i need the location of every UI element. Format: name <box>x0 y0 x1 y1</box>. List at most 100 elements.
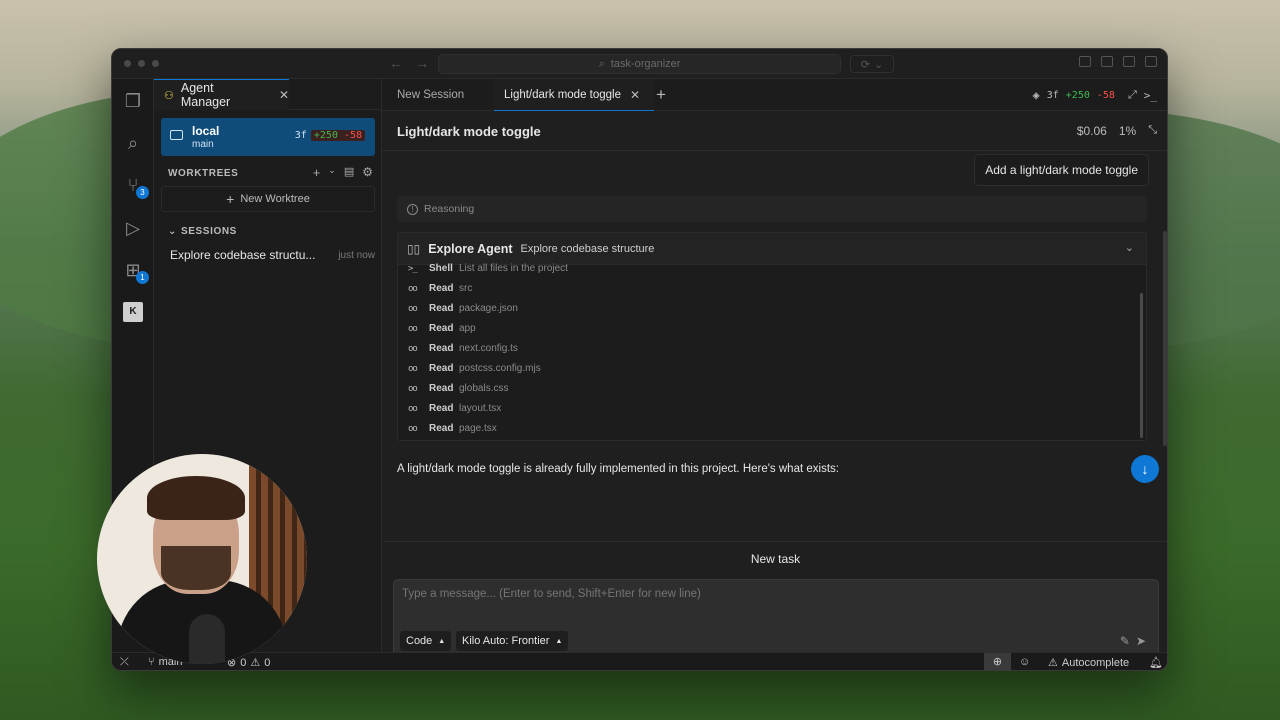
extensions-badge: 1 <box>136 271 149 284</box>
source-control-icon[interactable]: ⑂ 3 <box>123 175 149 199</box>
model-label: Kilo Auto: Frontier <box>462 635 550 647</box>
expand-icon[interactable]: ⤢ <box>1128 88 1137 102</box>
glasses-icon: oo <box>408 403 418 414</box>
worktrees-heading: WORKTREES <box>168 168 239 179</box>
chevron-down-icon[interactable]: ⌄ <box>1125 241 1134 254</box>
session-list-item[interactable]: Explore codebase structu... just now <box>170 248 375 262</box>
bell-icon[interactable]: 🔔︎ <box>1149 656 1163 669</box>
chat-scrollbar[interactable] <box>1163 231 1167 446</box>
session-heading: Light/dark mode toggle <box>397 124 541 139</box>
session-title: Explore codebase structu... <box>170 248 316 262</box>
layers-icon[interactable]: ◈ <box>1033 88 1040 102</box>
sessions-heading[interactable]: ⌄ SESSIONS <box>168 226 237 237</box>
new-task-button[interactable]: New task <box>382 552 1167 566</box>
close-window-dot[interactable] <box>124 60 131 67</box>
session-cost: $0.06 <box>1076 124 1107 138</box>
local-workspace-card[interactable]: local main 3f +250 -58 <box>161 118 375 156</box>
glasses-icon: oo <box>408 283 418 294</box>
monitor-icon <box>170 130 183 140</box>
scroll-to-bottom-button[interactable]: ↓ <box>1131 455 1159 483</box>
autocomplete-label: Autocomplete <box>1061 656 1130 669</box>
presenter-beard <box>161 546 231 590</box>
kilo-logo-icon: ⚇ <box>164 89 174 102</box>
session-time: just now <box>338 249 375 261</box>
message-input[interactable] <box>402 588 1102 600</box>
zoom-icon[interactable]: ⊕ <box>984 653 1011 670</box>
tool-target: app <box>459 323 476 334</box>
forward-arrow-icon[interactable]: → <box>415 55 429 71</box>
glasses-icon: oo <box>408 363 418 374</box>
local-branch: main <box>192 139 214 150</box>
collapse-icon[interactable]: ⤡ <box>1148 124 1157 138</box>
window-controls[interactable] <box>124 60 159 67</box>
kilo-icon[interactable]: K <box>123 302 143 322</box>
local-diff-stats: 3f +250 -58 <box>295 130 365 141</box>
close-icon[interactable]: ✕ <box>630 88 640 102</box>
extensions-icon[interactable]: ⊞ 1 <box>123 260 149 284</box>
nav-arrows: ← → <box>389 55 429 71</box>
terminal-icon: >_ <box>408 263 418 274</box>
customize-layout-icon[interactable] <box>1079 56 1091 67</box>
archive-icon[interactable]: ▤ <box>344 165 354 180</box>
autocomplete-status[interactable]: ⚠ Autocomplete <box>1048 656 1130 670</box>
gear-icon[interactable]: ⚙ <box>362 165 373 180</box>
tool-kind: Read <box>429 283 454 294</box>
local-name: local <box>192 124 220 138</box>
magic-wand-icon[interactable]: ✎ <box>1120 634 1130 648</box>
tab-new-session[interactable]: New Session <box>397 79 464 111</box>
reasoning-label: Reasoning <box>424 203 475 215</box>
session-usage: $0.06 1% ⤡ <box>1077 124 1157 138</box>
title-bar: ← → ⌕ task-organizer ⟳ ⌄ <box>112 49 1167 79</box>
tool-target: next.config.ts <box>459 343 518 354</box>
search-icon: ⌕ <box>598 57 605 70</box>
composer-area: New task Code ▲ Kilo Auto: Frontier ▲ ✎ … <box>382 541 1167 661</box>
session-header: Light/dark mode toggle $0.06 1% ⤡ <box>382 111 1167 151</box>
message-composer: Code ▲ Kilo Auto: Frontier ▲ ✎ ➤ <box>393 579 1159 661</box>
tool-call-row: oo Read layout.tsx <box>408 403 501 414</box>
tool-target: package.json <box>459 303 518 314</box>
tab-agent-manager[interactable]: ⚇ Agent Manager ✕ <box>154 79 289 110</box>
toggle-primary-sidebar-icon[interactable] <box>1101 56 1113 67</box>
explorer-icon[interactable]: ❐ <box>123 91 143 111</box>
warning-icon: ⚠ <box>1048 657 1058 669</box>
mode-label: Code <box>406 635 433 647</box>
book-icon: ▯▯ <box>407 241 421 256</box>
reasoning-row[interactable]: ! Reasoning <box>397 196 1147 222</box>
new-worktree-button[interactable]: + New Worktree <box>161 186 375 212</box>
zoom-window-dot[interactable] <box>152 60 159 67</box>
search-icon[interactable]: ⌕ <box>123 133 143 153</box>
mode-selector[interactable]: Code ▲ <box>400 631 452 651</box>
composer-actions: ✎ ➤ <box>1120 634 1146 648</box>
explore-agent-header[interactable]: ▯▯ Explore Agent Explore codebase struct… <box>398 233 1146 265</box>
minimize-window-dot[interactable] <box>138 60 145 67</box>
send-icon[interactable]: ➤ <box>1136 634 1146 648</box>
files-changed: 3f <box>294 130 307 141</box>
tool-call-row: oo Read package.json <box>408 303 518 314</box>
tool-kind: Read <box>429 343 454 354</box>
toggle-secondary-sidebar-icon[interactable] <box>1145 56 1157 67</box>
model-selector[interactable]: Kilo Auto: Frontier ▲ <box>456 631 569 651</box>
caret-up-icon: ▲ <box>438 637 446 645</box>
close-icon[interactable]: ✕ <box>279 88 289 102</box>
plus-icon: + <box>226 191 235 207</box>
chevron-down-icon[interactable]: ⌄ <box>328 165 336 180</box>
agent-scrollbar[interactable] <box>1140 293 1143 438</box>
tool-call-row: >_ Shell List all files in the project <box>408 263 568 274</box>
add-icon[interactable]: + <box>313 165 321 180</box>
run-debug-icon[interactable]: ▷ <box>123 218 143 238</box>
terminal-icon[interactable]: >_ <box>1144 89 1157 102</box>
glasses-icon: oo <box>408 423 418 434</box>
search-text: task-organizer <box>610 58 681 70</box>
new-tab-plus-icon[interactable]: + <box>656 85 666 105</box>
back-arrow-icon[interactable]: ← <box>389 55 403 71</box>
copilot-menu-button[interactable]: ⟳ ⌄ <box>850 55 894 73</box>
command-center-search[interactable]: ⌕ task-organizer <box>438 54 841 74</box>
layout-controls <box>1079 56 1157 67</box>
assistant-message: A light/dark mode toggle is already full… <box>397 463 839 475</box>
tab-light-dark-toggle[interactable]: Light/dark mode toggle ✕ <box>494 79 654 111</box>
agent-description: Explore codebase structure <box>520 242 655 255</box>
copilot-status-icon[interactable]: ☺ <box>1019 656 1030 668</box>
toggle-panel-icon[interactable] <box>1123 56 1135 67</box>
tool-target: globals.css <box>459 383 509 394</box>
tool-target: layout.tsx <box>459 403 502 414</box>
